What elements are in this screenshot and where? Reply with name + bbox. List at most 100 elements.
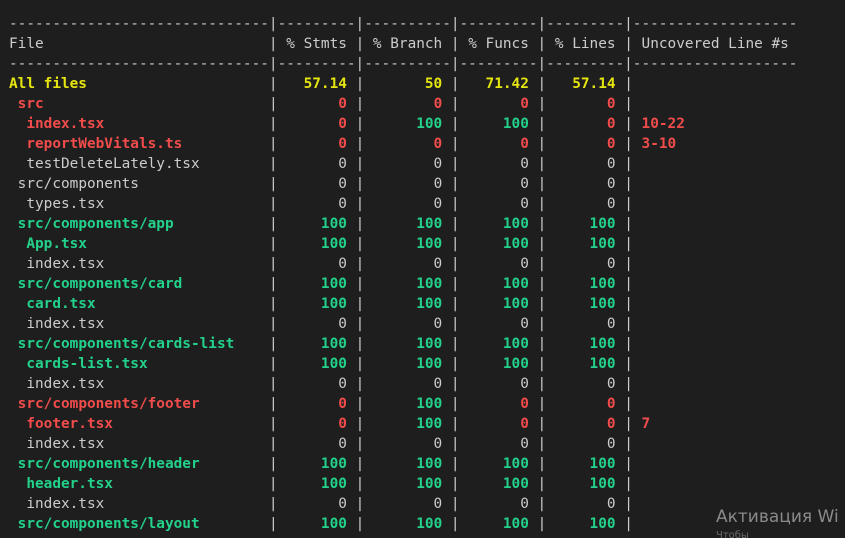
coverage-row: src/components/layout | 100 | 100 | 100 … bbox=[9, 514, 798, 534]
column-separator: | bbox=[268, 396, 278, 412]
column-separator: | bbox=[537, 476, 547, 492]
lines-col: 0 bbox=[546, 416, 625, 432]
file-name: index.tsx bbox=[26, 436, 269, 452]
uncovered-lines bbox=[633, 296, 642, 312]
funcs-col: 0 bbox=[459, 396, 538, 412]
column-separator: | bbox=[537, 296, 547, 312]
stmts-col: 0 bbox=[277, 156, 356, 172]
column-separator: | bbox=[355, 256, 365, 272]
column-separator: | bbox=[624, 396, 633, 412]
funcs-col: 0 bbox=[459, 376, 538, 392]
file-name: footer.tsx bbox=[26, 416, 269, 432]
coverage-row: index.tsx | 0 | 100 | 100 | 0 | 10-22 bbox=[9, 114, 798, 134]
column-separator: | bbox=[355, 356, 365, 372]
row-indent bbox=[9, 476, 26, 492]
file-name: src bbox=[17, 96, 269, 112]
branch-col: 0 bbox=[364, 196, 451, 212]
coverage-row: src/components/cards-list | 100 | 100 | … bbox=[9, 334, 798, 354]
column-separator: | bbox=[450, 456, 460, 472]
stmts-col: 100 bbox=[277, 356, 356, 372]
stmts-col: 0 bbox=[277, 96, 356, 112]
branch-col: 0 bbox=[364, 436, 451, 452]
column-separator: | bbox=[268, 316, 278, 332]
column-separator: | bbox=[624, 36, 633, 52]
lines-col: 100 bbox=[546, 236, 625, 252]
column-separator: | bbox=[268, 36, 278, 52]
coverage-row: cards-list.tsx | 100 | 100 | 100 | 100 | bbox=[9, 354, 798, 374]
lines-col: 100 bbox=[546, 476, 625, 492]
column-separator: | bbox=[355, 116, 365, 132]
terminal-panel: ------------------------------|---------… bbox=[0, 0, 845, 538]
coverage-row: src/components/card | 100 | 100 | 100 | … bbox=[9, 274, 798, 294]
column-separator: | bbox=[355, 376, 365, 392]
stmts-col: 0 bbox=[277, 436, 356, 452]
column-separator: | bbox=[355, 236, 365, 252]
stmts-col: 100 bbox=[277, 296, 356, 312]
column-separator: | bbox=[537, 396, 547, 412]
column-separator: | bbox=[355, 176, 365, 192]
row-indent bbox=[9, 316, 26, 332]
table-header-row: File | % Stmts | % Branch | % Funcs | % … bbox=[9, 34, 798, 54]
column-separator: | bbox=[537, 376, 547, 392]
file-name: src/components/app bbox=[17, 216, 269, 232]
column-separator: | bbox=[355, 396, 365, 412]
uncovered-lines bbox=[633, 396, 642, 412]
column-separator: | bbox=[537, 496, 547, 512]
coverage-row: testDeleteLately.tsx | 0 | 0 | 0 | 0 | bbox=[9, 154, 798, 174]
column-separator: | bbox=[537, 416, 547, 432]
column-separator: | bbox=[624, 176, 633, 192]
column-separator: | bbox=[537, 116, 547, 132]
coverage-row: src/components/app | 100 | 100 | 100 | 1… bbox=[9, 214, 798, 234]
lines-col: 100 bbox=[546, 516, 625, 532]
row-indent bbox=[9, 96, 18, 112]
coverage-row: index.tsx | 0 | 0 | 0 | 0 | bbox=[9, 374, 798, 394]
column-separator: | bbox=[537, 516, 547, 532]
uncovered-lines bbox=[633, 96, 642, 112]
column-separator: | bbox=[268, 76, 278, 92]
column-separator: | bbox=[537, 356, 547, 372]
column-separator: | bbox=[537, 176, 547, 192]
column-separator: | bbox=[268, 456, 278, 472]
funcs-col: 100 bbox=[459, 336, 538, 352]
column-separator: | bbox=[450, 296, 460, 312]
column-separator: | bbox=[355, 136, 365, 152]
row-indent bbox=[9, 356, 26, 372]
column-separator: | bbox=[268, 476, 278, 492]
column-separator: | bbox=[624, 336, 633, 352]
branch-col: 0 bbox=[364, 176, 451, 192]
lines-col: 100 bbox=[546, 356, 625, 372]
coverage-row: index.tsx | 0 | 0 | 0 | 0 | bbox=[9, 494, 798, 514]
file-name: src/components/cards-list bbox=[17, 336, 269, 352]
column-separator: | bbox=[624, 116, 633, 132]
column-separator: | bbox=[624, 416, 633, 432]
column-separator: | bbox=[537, 136, 547, 152]
lines-col: 100 bbox=[546, 276, 625, 292]
lines-col: 0 bbox=[546, 156, 625, 172]
column-separator: | bbox=[450, 76, 460, 92]
lines-col: 100 bbox=[546, 216, 625, 232]
file-name: testDeleteLately.tsx bbox=[26, 156, 269, 172]
funcs-col: 0 bbox=[459, 316, 538, 332]
lines-col: 0 bbox=[546, 376, 625, 392]
column-separator: | bbox=[268, 176, 278, 192]
stmts-col: 0 bbox=[277, 416, 356, 432]
branch-col: 100 bbox=[364, 516, 451, 532]
windows-activation-subtitle: Чтобы bbox=[716, 530, 749, 538]
row-indent bbox=[9, 396, 18, 412]
divider-text: ------------------------------|---------… bbox=[9, 16, 798, 32]
branch-col: 100 bbox=[364, 476, 451, 492]
row-indent bbox=[9, 456, 18, 472]
funcs-col: 0 bbox=[459, 176, 538, 192]
branch-col: 0 bbox=[364, 96, 451, 112]
column-separator: | bbox=[450, 256, 460, 272]
column-separator: | bbox=[450, 216, 460, 232]
stmts-col: 100 bbox=[277, 336, 356, 352]
file-name: types.tsx bbox=[26, 196, 269, 212]
column-separator: | bbox=[268, 496, 278, 512]
coverage-row: App.tsx | 100 | 100 | 100 | 100 | bbox=[9, 234, 798, 254]
column-separator: | bbox=[450, 176, 460, 192]
lines-col: 0 bbox=[546, 96, 625, 112]
coverage-row: reportWebVitals.ts | 0 | 0 | 0 | 0 | 3-1… bbox=[9, 134, 798, 154]
column-separator: | bbox=[355, 276, 365, 292]
uncovered-lines bbox=[633, 316, 642, 332]
